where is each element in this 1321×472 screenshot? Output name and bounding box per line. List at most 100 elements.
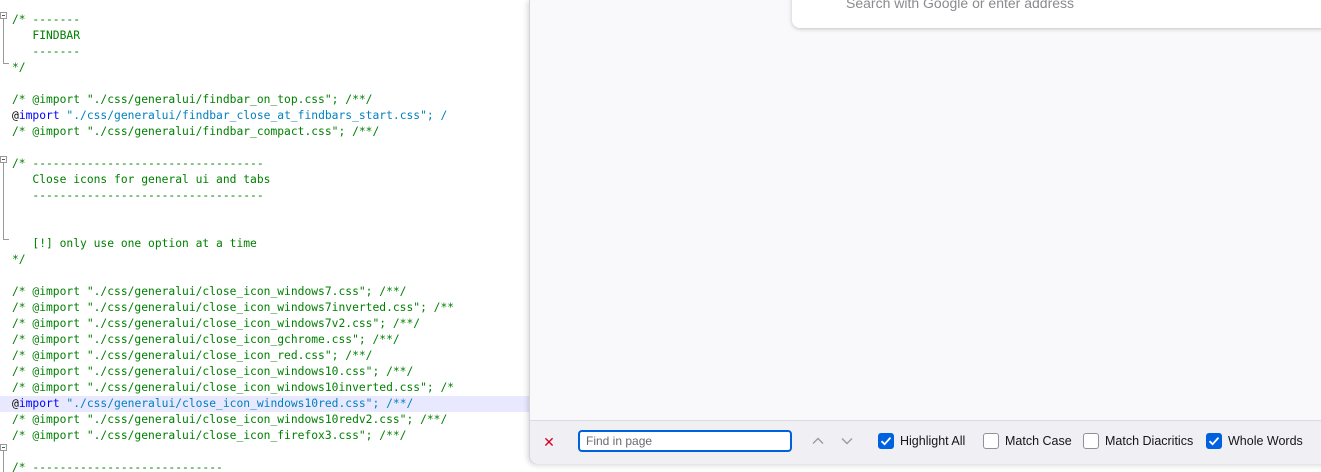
match-case-checkbox[interactable]	[983, 433, 999, 449]
code-token: FINDBAR	[12, 29, 81, 42]
whole-words-checkbox[interactable]	[1206, 433, 1222, 449]
code-token: /* @import "./css/generalui/findbar_comp…	[12, 125, 380, 138]
code-text: /* @import "./css/generalui/close_icon_w…	[12, 300, 454, 316]
code-token: /* @import "./css/generalui/close_icon_w…	[12, 317, 421, 330]
fold-marker-close-icons[interactable]	[0, 156, 7, 163]
findbar: ✕ Highlight All Match Case Match Diacrit…	[530, 420, 1321, 464]
chevron-down-icon[interactable]	[839, 433, 855, 449]
code-token: */	[12, 61, 26, 74]
code-line: ----------------------------------	[0, 188, 540, 204]
code-token: /* @import "./css/generalui/close_icon_w…	[12, 301, 455, 314]
code-line: /* @import "./css/generalui/close_icon_w…	[0, 300, 540, 316]
code-text: /* @import "./css/generalui/findbar_comp…	[12, 124, 379, 140]
code-token: /* @import "./css/generalui/close_icon_w…	[12, 381, 455, 394]
code-text: FINDBAR	[12, 28, 80, 44]
match-diacritics-checkbox[interactable]	[1083, 433, 1099, 449]
code-line: /* @import "./css/generalui/close_icon_r…	[0, 348, 540, 364]
code-line: @import "./css/generalui/close_icon_wind…	[0, 396, 540, 412]
code-line: FINDBAR	[0, 28, 540, 44]
code-line: */	[0, 252, 540, 268]
code-text: -------	[12, 44, 80, 60]
code-token: /* @import "./css/generalui/close_icon_f…	[12, 429, 407, 442]
code-text: */	[12, 60, 26, 76]
code-line: /* @import "./css/generalui/findbar_comp…	[0, 124, 540, 140]
code-line: @import "./css/generalui/findbar_close_a…	[0, 108, 540, 124]
fold-guide	[3, 451, 4, 472]
code-token: */	[12, 253, 26, 266]
code-token: /* @import "./css/generalui/close_icon_g…	[12, 333, 400, 346]
fold-end	[3, 239, 9, 240]
code-text: /* ----------------------------------	[12, 156, 264, 172]
code-token: Close icons for general ui and tabs	[12, 173, 271, 186]
code-token: /* ----------------------------	[12, 461, 223, 472]
code-line: Close icons for general ui and tabs	[0, 172, 540, 188]
chevron-up-icon[interactable]	[810, 433, 826, 449]
code-token: import	[18, 109, 60, 122]
fold-end	[3, 63, 9, 64]
fold-marker-searchbar[interactable]	[0, 444, 7, 451]
match-diacritics-label[interactable]: Match Diacritics	[1105, 434, 1193, 448]
code-token: /* @import "./css/generalui/close_icon_w…	[12, 413, 448, 426]
code-text: /* @import "./css/generalui/close_icon_r…	[12, 348, 372, 364]
code-token: @	[12, 109, 19, 122]
code-token: /* @import "./css/generalui/close_icon_w…	[12, 285, 407, 298]
code-text: /* -------	[12, 12, 80, 28]
fold-marker-findbar[interactable]	[0, 12, 7, 19]
code-text: /* @import "./css/generalui/close_icon_f…	[12, 428, 406, 444]
whole-words-label[interactable]: Whole Words	[1228, 434, 1303, 448]
code-token: [!] only use one option at a time	[12, 237, 257, 250]
highlight-all-checkbox[interactable]	[878, 433, 894, 449]
code-line: /* @import "./css/generalui/close_icon_w…	[0, 284, 540, 300]
code-text: [!] only use one option at a time	[12, 236, 257, 252]
code-text: /* @import "./css/generalui/close_icon_w…	[12, 412, 447, 428]
code-text: /* @import "./css/generalui/close_icon_w…	[12, 284, 406, 300]
code-line: /* @import "./css/generalui/findbar_on_t…	[0, 92, 540, 108]
code-line: */	[0, 60, 540, 76]
code-token: @	[12, 397, 19, 410]
code-text: /* @import "./css/generalui/close_icon_w…	[12, 316, 420, 332]
address-bar[interactable]: Search with Google or enter address	[792, 0, 1321, 28]
code-token: /* @import "./css/generalui/close_icon_r…	[12, 349, 373, 362]
code-line: /* ----------------------------------	[0, 156, 540, 172]
close-icon[interactable]: ✕	[542, 435, 556, 449]
code-text: /* ----------------------------	[12, 460, 223, 472]
code-token: /* -------	[12, 13, 81, 26]
code-token: /* @import "./css/generalui/close_icon_w…	[12, 365, 414, 378]
code-token: "./css/generalui/findbar_close_at_findba…	[59, 109, 448, 122]
browser-window: Search with Google or enter address ✕ Hi…	[529, 0, 1321, 464]
highlight-all-label[interactable]: Highlight All	[900, 434, 965, 448]
address-bar-placeholder: Search with Google or enter address	[846, 0, 1075, 11]
code-editor[interactable]: /* ------- FINDBAR ------- */ /* @import "…	[0, 0, 540, 472]
code-line: /* @import "./css/generalui/close_icon_w…	[0, 316, 540, 332]
code-token: import	[18, 397, 60, 410]
match-case-label[interactable]: Match Case	[1005, 434, 1072, 448]
code-line: /* @import "./css/generalui/close_icon_g…	[0, 332, 540, 348]
code-line: [!] only use one option at a time	[0, 236, 540, 252]
code-text: /* @import "./css/generalui/findbar_on_t…	[12, 92, 372, 108]
code-token: "./css/generalui/close_icon_windows10red…	[59, 397, 414, 410]
code-text: ----------------------------------	[12, 188, 264, 204]
code-line: /* ----------------------------	[0, 460, 540, 472]
code-line: /* @import "./css/generalui/close_icon_w…	[0, 380, 540, 396]
find-in-page-input[interactable]	[578, 430, 792, 452]
fold-guide	[3, 163, 4, 239]
code-text: Close icons for general ui and tabs	[12, 172, 270, 188]
code-text: */	[12, 252, 26, 268]
code-token: ----------------------------------	[12, 189, 264, 202]
code-text: /* @import "./css/generalui/close_icon_g…	[12, 332, 400, 348]
code-line: /* -------	[0, 12, 540, 28]
code-line: /* @import "./css/generalui/close_icon_f…	[0, 428, 540, 444]
code-line: /* @import "./css/generalui/close_icon_w…	[0, 364, 540, 380]
code-text: @import "./css/generalui/close_icon_wind…	[12, 396, 413, 412]
code-token: /* ----------------------------------	[12, 157, 264, 170]
code-line: -------	[0, 44, 540, 60]
code-token: -------	[12, 45, 81, 58]
code-text: /* @import "./css/generalui/close_icon_w…	[12, 364, 413, 380]
code-text: /* @import "./css/generalui/close_icon_w…	[12, 380, 454, 396]
